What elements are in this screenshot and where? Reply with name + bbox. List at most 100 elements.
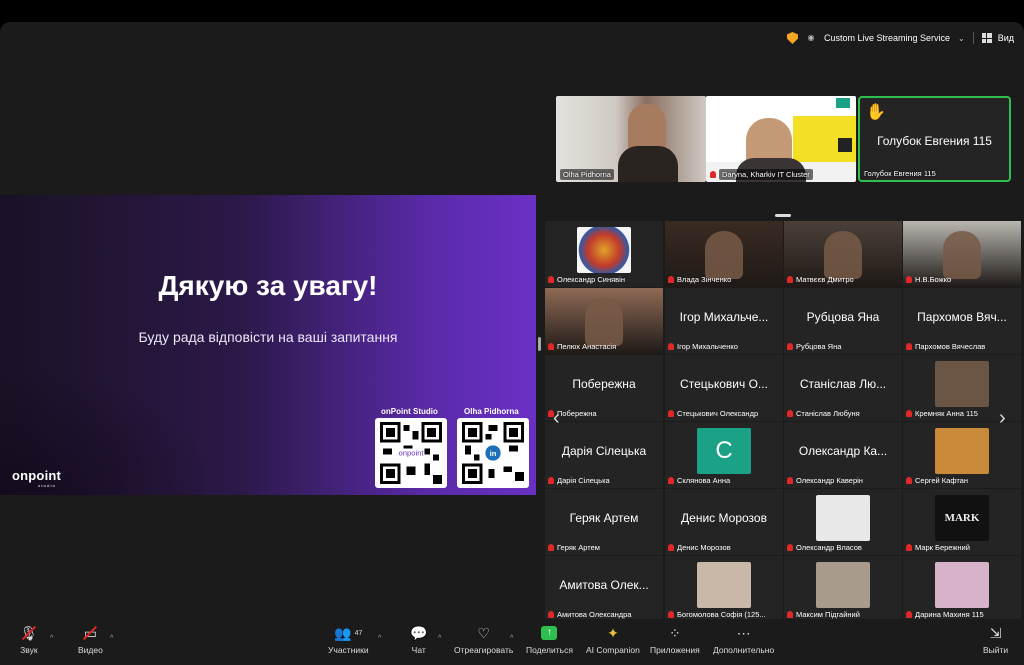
participant-display-name: Олександр Ка... [798,444,888,458]
qr-label-studio: onPoint Studio [381,407,438,416]
share-screen-icon: ↑ [541,623,558,643]
gallery-tile[interactable]: Пелюх Анастасія [545,288,663,354]
gallery-tile[interactable]: Побережна Побережна [545,355,663,421]
gallery-tile[interactable]: Дарія Сілецька Дарія Сілецька [545,422,663,488]
name-tag: Ігор Михальченко [668,342,738,351]
mic-off-icon [906,410,912,417]
participant-display-name: Дарія Сілецька [561,444,647,458]
mic-off-icon [787,611,793,618]
share-screen-button[interactable]: ↑ Поделиться [526,623,573,655]
live-stream-label[interactable]: Custom Live Streaming Service [824,33,950,43]
gallery-tile[interactable]: Рубцова Яна Рубцова Яна [784,288,902,354]
more-button[interactable]: ⋯ Дополнительно [713,623,775,656]
name-tag: Стецькович Олександр [668,409,758,418]
gallery-tile[interactable]: Денис Морозов Денис Морозов [665,489,783,555]
gallery-tile[interactable]: Олександр Синявін [545,221,663,287]
video-tile-speaker-2[interactable]: Daryna, Kharkiv IT Cluster [706,96,856,182]
participants-button[interactable]: 👥 47 Участники [328,623,369,656]
participant-name: Олександр Власов [796,543,862,552]
heart-icon: ♡ [477,624,490,641]
name-tag: Склянова Анна [668,476,730,485]
qr-code-linkedin: in [457,418,529,488]
mic-off-icon [906,276,912,283]
participant-name: Богомолова Софія (125... [677,610,766,619]
more-label: Дополнительно [713,645,775,655]
view-label: Вид [997,33,1014,43]
chevron-left-icon[interactable]: ‹ [553,407,560,430]
participant-name: Станіслав Любуня [796,409,860,418]
gallery-grid: Олександр Синявін Влада Зінченко Матвєєв Д… [545,221,1022,622]
apps-label: Приложения [650,645,700,655]
chevron-right-icon[interactable]: › [999,407,1006,430]
mic-off-icon [548,477,554,484]
mic-off-icon [668,477,674,484]
mic-off-icon [710,171,716,178]
react-caret-icon[interactable]: ^ [510,635,513,642]
slide-title: Дякую за увагу! [158,270,378,301]
ai-companion-button[interactable]: ✦ AI Companion [586,623,640,656]
participant-name: Матвєєв Дмитро [796,275,854,284]
gallery-tile[interactable]: Н.В.Божко [903,221,1021,287]
video-off-icon: ▭ [83,623,98,643]
gallery-tile[interactable]: С Склянова Анна [665,422,783,488]
leave-button[interactable]: ⇲ Выйти [983,623,1008,656]
participant-name: Склянова Анна [677,476,731,485]
gallery-tile[interactable]: Пархомов Вяч... Пархомов Вячеслав [903,288,1021,354]
mic-off-icon [548,276,554,283]
gallery-tile[interactable]: Станіслав Лю... Станіслав Любуня [784,355,902,421]
audio-button[interactable]: 🎙 Звук [20,623,38,656]
chat-button[interactable]: 💬 Чат [410,623,427,656]
gallery-tile[interactable]: Богомолова Софія (125... [665,556,783,622]
gallery-tile[interactable]: MARK Марк Бережний [903,489,1021,555]
gallery-tile[interactable]: Олександр Власов [784,489,902,555]
security-shield-icon[interactable] [786,32,798,44]
video-options-caret-icon[interactable]: ^ [110,635,113,642]
gallery-tile[interactable]: Геряк Артем Геряк Артем [545,489,663,555]
chat-label: Чат [411,645,426,655]
slide-subtitle: Буду рада відповісти на ваші запитання [138,329,398,345]
qr-code-studio: onpoint [375,418,447,488]
shared-screen[interactable]: Дякую за увагу! Буду рада відповісти на … [0,195,536,495]
logo-text: onpoint [12,468,62,483]
participant-name: Olha Pidhorna [560,169,614,180]
mic-off-icon [668,276,674,283]
gallery-tile[interactable]: Олександр Ка... Олександр Каверін [784,422,902,488]
audio-options-caret-icon[interactable]: ^ [50,635,53,642]
onpoint-logo: onpoint studio [12,468,61,488]
react-label: Отреагировать [454,645,514,655]
participant-name: Дарина Махиня 115 [915,610,984,619]
participant-name: Влада Зінченко [677,275,732,284]
small-qr [838,138,852,152]
gallery-tile[interactable]: Дарина Махиня 115 [903,556,1021,622]
name-tag: Влада Зінченко [668,275,731,284]
name-tag: Амитова Олександра [548,610,631,619]
avatar [577,227,631,273]
name-tag: Голубок Евгения 115 [864,169,936,178]
apps-button[interactable]: ⁘ Приложения [650,623,700,656]
name-tag: Станіслав Любуня [787,409,860,418]
react-button[interactable]: ♡ Отреагировать [454,623,514,656]
mic-off-icon [787,343,793,350]
participant-name: Кремняк Анна 115 [915,409,978,418]
gallery-tile[interactable]: Матвєєв Дмитро [784,221,902,287]
panel-splitter-handle[interactable] [538,337,541,351]
chat-caret-icon[interactable]: ^ [438,635,441,642]
video-tile-speaker-1[interactable]: Olha Pidhorna [556,96,706,182]
video-tile-raised-hand[interactable]: ✋ Голубок Евгения 115 Голубок Евгения 11… [858,96,1011,182]
strip-resize-handle[interactable] [775,214,791,217]
gallery-tile[interactable]: Максим Підгайний [784,556,902,622]
gallery-tile[interactable]: Сергей Кафтан [903,422,1021,488]
name-tag: Рубцова Яна [787,342,841,351]
gallery-tile[interactable]: Стецькович О... Стецькович Олександр [665,355,783,421]
chevron-down-icon[interactable]: ⌄ [958,34,965,43]
video-button[interactable]: ▭ Видео [78,623,103,656]
participants-count: 47 [354,629,363,637]
participants-caret-icon[interactable]: ^ [378,635,381,642]
gallery-tile[interactable]: Влада Зінченко [665,221,783,287]
gallery-tile[interactable]: Амитова Олек... Амитова Олександра [545,556,663,622]
avatar [935,361,989,407]
audio-label: Звук [20,645,38,655]
view-button[interactable]: Вид [981,33,1014,43]
gallery-tile[interactable]: Ігор Михальче... Ігор Михальченко [665,288,783,354]
mic-off-icon [906,611,912,618]
